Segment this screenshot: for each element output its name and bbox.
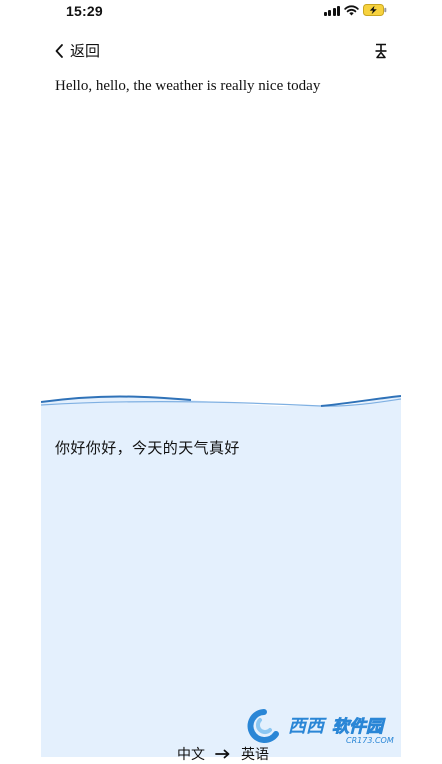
battery-charging-icon xyxy=(363,4,387,16)
watermark-graphic: 西西 软件园 CR173.COM xyxy=(247,709,394,745)
svg-text:西西: 西西 xyxy=(288,716,327,737)
arrow-right-icon[interactable] xyxy=(215,749,231,759)
wifi-icon xyxy=(344,4,359,15)
status-icons xyxy=(323,4,388,16)
chevron-left-icon xyxy=(55,43,63,58)
result-text[interactable]: 你好你好，今天的天气真好 xyxy=(55,437,240,458)
source-language[interactable]: 中文 xyxy=(177,744,205,764)
language-switch: 中文 英语 xyxy=(177,744,269,764)
svg-text:软件园: 软件园 xyxy=(332,717,386,737)
back-button[interactable]: 返回 xyxy=(54,40,100,61)
wave-decoration xyxy=(41,395,401,414)
nav-bar: 返回 xyxy=(0,36,442,66)
svg-text:CR173.COM: CR173.COM xyxy=(346,736,394,745)
status-bar: 15:29 xyxy=(0,0,442,24)
result-background xyxy=(41,406,401,757)
status-time: 15:29 xyxy=(66,3,103,19)
translation-result-panel: 你好你好，今天的天气真好 中文 英语 xyxy=(41,392,401,762)
target-language[interactable]: 英语 xyxy=(241,744,269,764)
cellular-signal-icon xyxy=(323,5,340,16)
back-label: 返回 xyxy=(70,43,101,60)
clear-format-icon[interactable] xyxy=(372,42,390,60)
source-text[interactable]: Hello, hello, the weather is really nice… xyxy=(55,78,395,95)
watermark-logo: 西西 软件园 CR173.COM xyxy=(242,706,422,746)
